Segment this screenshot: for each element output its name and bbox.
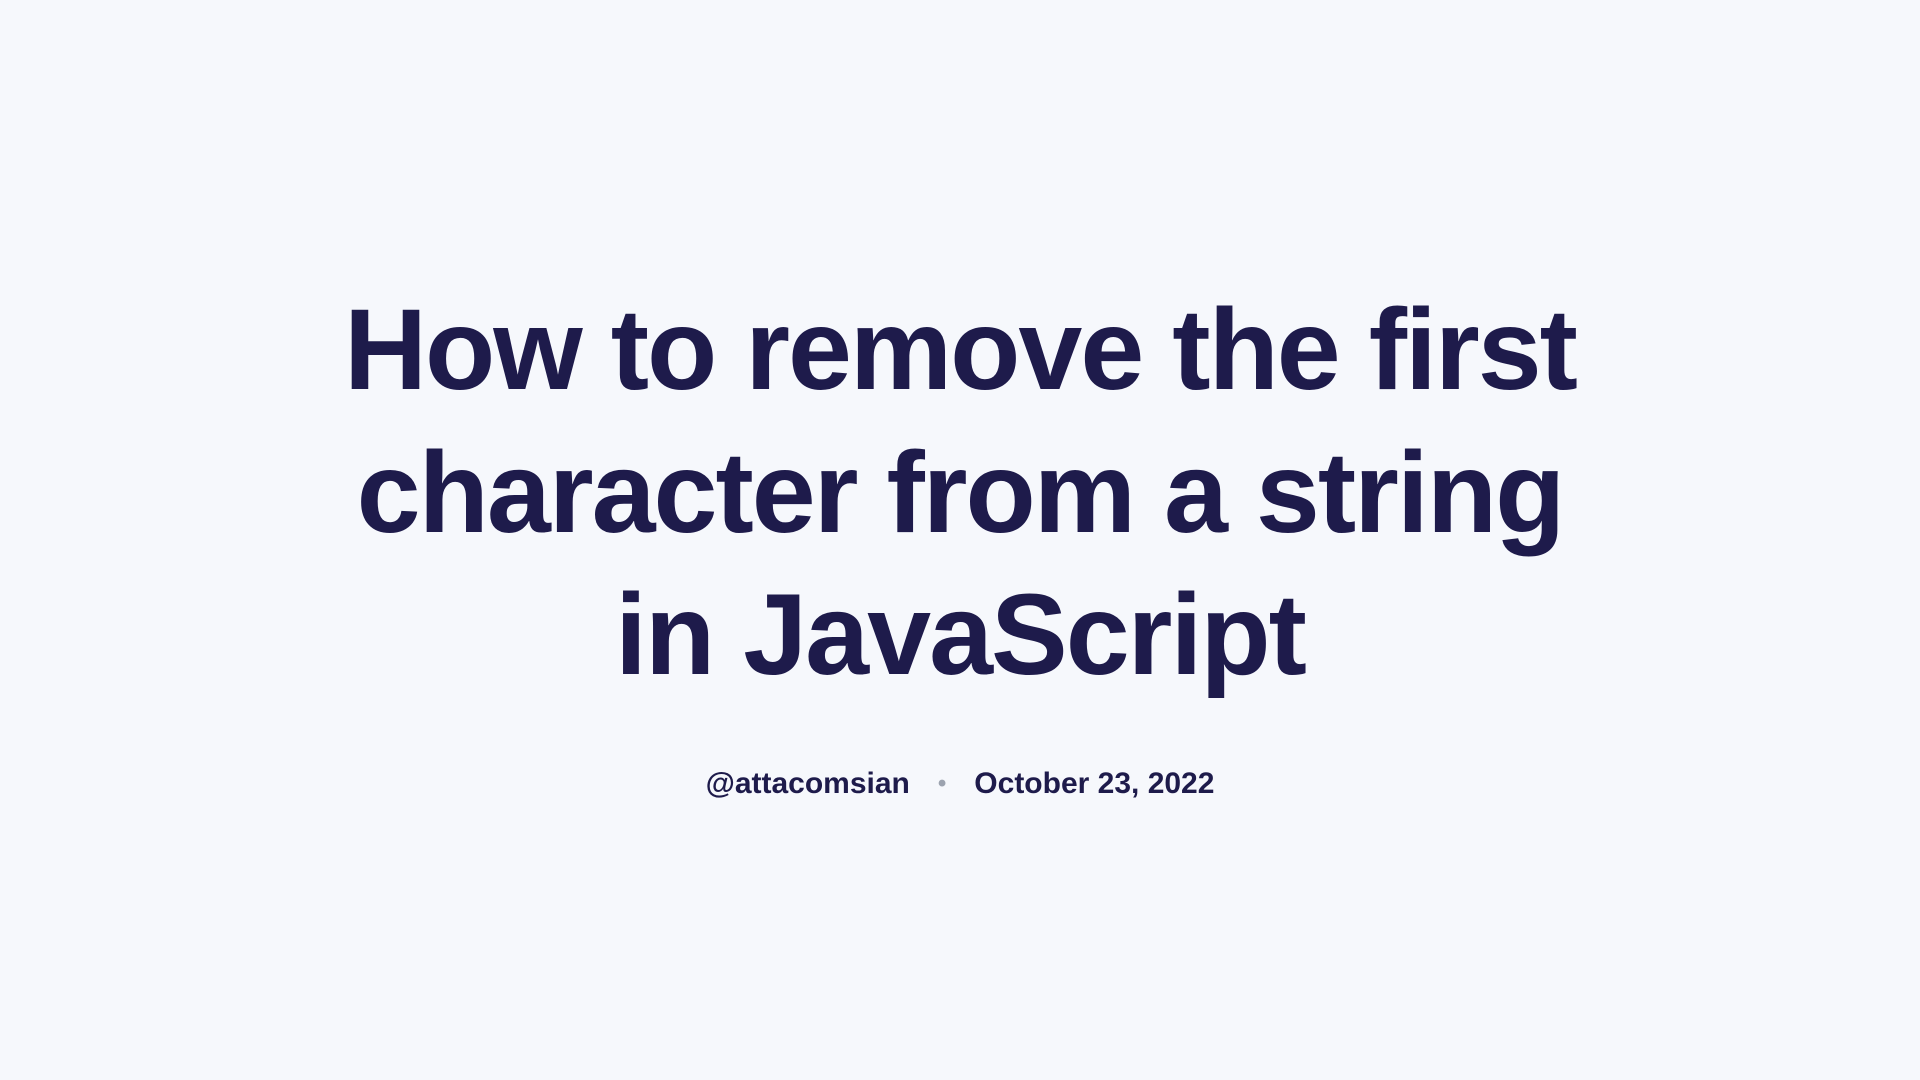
- meta-separator: •: [938, 770, 946, 798]
- publish-date: October 23, 2022: [974, 767, 1214, 801]
- article-meta: @attacomsian • October 23, 2022: [706, 767, 1215, 801]
- author-handle: @attacomsian: [706, 767, 910, 801]
- article-card: How to remove the first character from a…: [260, 279, 1660, 801]
- article-title: How to remove the first character from a…: [320, 279, 1600, 707]
